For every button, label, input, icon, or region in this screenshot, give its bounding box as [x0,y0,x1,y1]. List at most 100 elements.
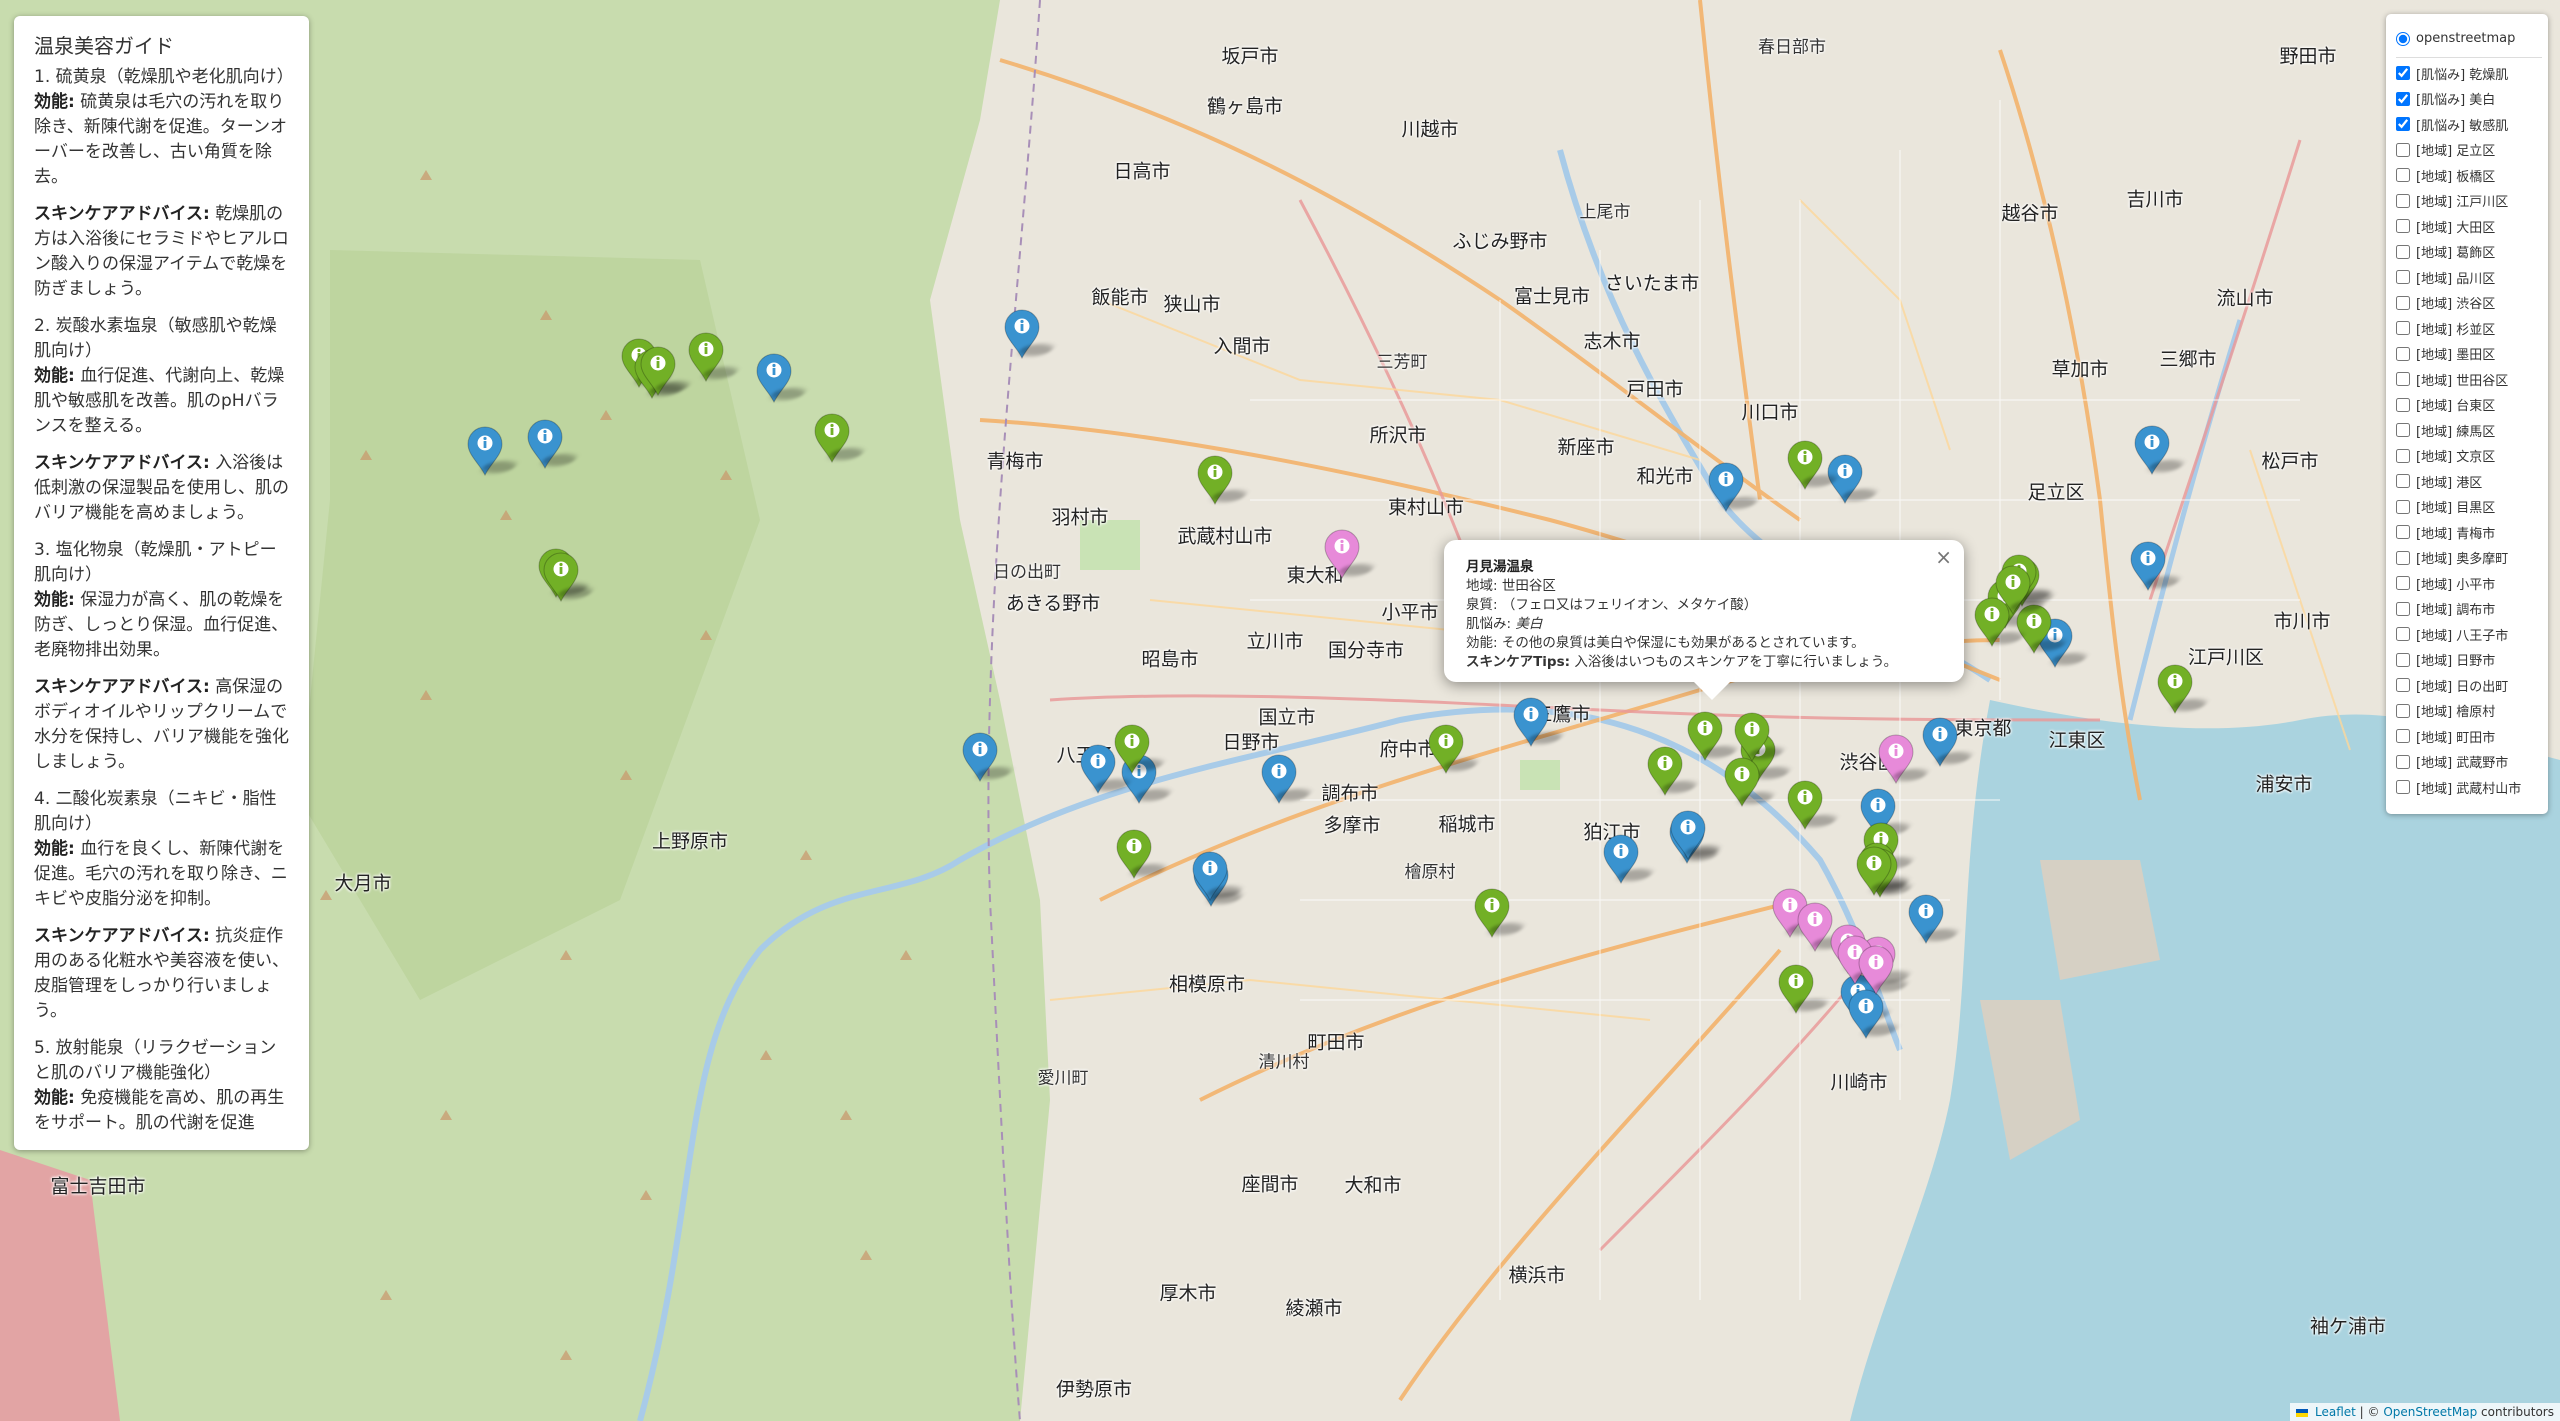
overlay-checkbox[interactable] [2396,397,2410,412]
map-marker-pink[interactable] [1856,944,1912,996]
layer-row[interactable]: [地域] 品川区 [2396,265,2542,291]
overlay-checkbox[interactable] [2396,168,2410,183]
map-marker-blue[interactable] [1920,716,1976,768]
map-marker-green[interactable] [1112,723,1168,775]
overlay-checkbox[interactable] [2396,652,2410,667]
overlay-checkbox[interactable] [2396,499,2410,514]
map-marker-green[interactable] [1472,887,1528,939]
overlay-checkbox[interactable] [2396,321,2410,336]
map-marker-green[interactable] [1732,711,1788,763]
map-marker-blue[interactable] [1259,753,1315,805]
layer-row[interactable]: [地域] 文京区 [2396,443,2542,469]
layer-row[interactable]: [肌悩み] 乾燥肌 [2396,61,2542,87]
layer-row[interactable]: [地域] 江戸川区 [2396,188,2542,214]
map-marker-green[interactable] [1722,756,1778,808]
map-marker-blue[interactable] [525,418,581,470]
layer-row[interactable]: [地域] 青梅市 [2396,520,2542,546]
map-marker-pink[interactable] [1322,528,1378,580]
map-marker-green[interactable] [812,412,868,464]
map-marker-blue[interactable] [2132,424,2188,476]
map-marker-green[interactable] [541,551,597,603]
layer-row[interactable]: [地域] 葛飾区 [2396,239,2542,265]
map-marker-green[interactable] [1785,439,1841,491]
layer-row[interactable]: [地域] 日の出町 [2396,673,2542,699]
overlay-checkbox[interactable] [2396,91,2410,106]
map-marker-green[interactable] [1645,745,1701,797]
layer-row[interactable]: [地域] 練馬区 [2396,418,2542,444]
overlay-checkbox[interactable] [2396,780,2410,795]
popup-close-button[interactable]: × [1935,547,1952,567]
map-marker-green[interactable] [1776,963,1832,1015]
map-marker-blue[interactable] [1002,308,1058,360]
overlay-checkbox[interactable] [2396,219,2410,234]
map-marker-blue[interactable] [960,731,1016,783]
layer-row[interactable]: [地域] 大田区 [2396,214,2542,240]
overlay-checkbox[interactable] [2396,678,2410,693]
layer-row[interactable]: [地域] 台東区 [2396,392,2542,418]
map-marker-blue[interactable] [1601,833,1657,885]
overlay-checkbox[interactable] [2396,66,2410,81]
map-marker-blue[interactable] [465,425,521,477]
layer-row[interactable]: [地域] 板橋区 [2396,163,2542,189]
overlay-checkbox[interactable] [2396,525,2410,540]
layer-row[interactable]: [地域] 武蔵野市 [2396,749,2542,775]
overlay-checkbox[interactable] [2396,423,2410,438]
layer-row[interactable]: openstreetmap [2396,26,2542,52]
map-marker-green[interactable] [2155,663,2211,715]
layer-row[interactable]: [地域] 港区 [2396,469,2542,495]
overlay-checkbox[interactable] [2396,474,2410,489]
layer-row[interactable]: [肌悩み] 美白 [2396,86,2542,112]
layer-row[interactable]: [肌悩み] 敏感肌 [2396,112,2542,138]
layer-row[interactable]: [地域] 町田市 [2396,724,2542,750]
map-marker-green[interactable] [1854,845,1910,897]
overlay-checkbox[interactable] [2396,601,2410,616]
layer-row[interactable]: [地域] 檜原村 [2396,698,2542,724]
map-marker-blue[interactable] [1906,893,1962,945]
layer-row[interactable]: [地域] 杉並区 [2396,316,2542,342]
map-marker-green[interactable] [1685,710,1741,762]
map-container[interactable]: 坂戸市 鶴ヶ島市 日高市 川越市 ふじみ野市 富士見市 さいたま市 上尾市 春日部市 越谷市 吉川市… [0,0,2560,1421]
layer-row[interactable]: [地域] 奥多摩町 [2396,545,2542,571]
map-marker-blue[interactable] [1190,850,1246,902]
base-layer-radio[interactable] [2396,31,2410,46]
map-marker-blue[interactable] [1706,461,1762,513]
overlay-checkbox[interactable] [2396,703,2410,718]
layer-row[interactable]: [地域] 八王子市 [2396,622,2542,648]
map-marker-green[interactable] [686,331,742,383]
overlay-checkbox[interactable] [2396,117,2410,132]
layer-row[interactable]: [地域] 調布市 [2396,596,2542,622]
map-marker-green[interactable] [1993,564,2049,616]
overlay-checkbox[interactable] [2396,346,2410,361]
layer-row[interactable]: [地域] 墨田区 [2396,341,2542,367]
openstreetmap-link[interactable]: OpenStreetMap [2383,1405,2477,1419]
map-marker-pink[interactable] [1876,733,1932,785]
leaflet-link[interactable]: Leaflet [2315,1405,2356,1419]
map-marker-green[interactable] [1785,779,1841,831]
layer-row[interactable]: [地域] 武蔵村山市 [2396,775,2542,801]
overlay-checkbox[interactable] [2396,754,2410,769]
layer-row[interactable]: [地域] 目黒区 [2396,494,2542,520]
map-marker-green[interactable] [1114,828,1170,880]
map-marker-green[interactable] [1426,723,1482,775]
overlay-checkbox[interactable] [2396,550,2410,565]
overlay-checkbox[interactable] [2396,295,2410,310]
map-marker-blue[interactable] [1668,809,1724,861]
layer-row[interactable]: [地域] 小平市 [2396,571,2542,597]
overlay-checkbox[interactable] [2396,729,2410,744]
map-marker-blue[interactable] [2128,540,2184,592]
map-marker-green[interactable] [638,345,694,397]
map-marker-blue[interactable] [754,352,810,404]
overlay-checkbox[interactable] [2396,627,2410,642]
layer-row[interactable]: [地域] 渋谷区 [2396,290,2542,316]
overlay-checkbox[interactable] [2396,193,2410,208]
overlay-checkbox[interactable] [2396,270,2410,285]
map-marker-green[interactable] [1195,454,1251,506]
overlay-checkbox[interactable] [2396,142,2410,157]
overlay-checkbox[interactable] [2396,372,2410,387]
layer-row[interactable]: [地域] 世田谷区 [2396,367,2542,393]
map-marker-blue[interactable] [1511,696,1567,748]
layer-row[interactable]: [地域] 日野市 [2396,647,2542,673]
overlay-checkbox[interactable] [2396,576,2410,591]
overlay-checkbox[interactable] [2396,244,2410,259]
overlay-checkbox[interactable] [2396,448,2410,463]
